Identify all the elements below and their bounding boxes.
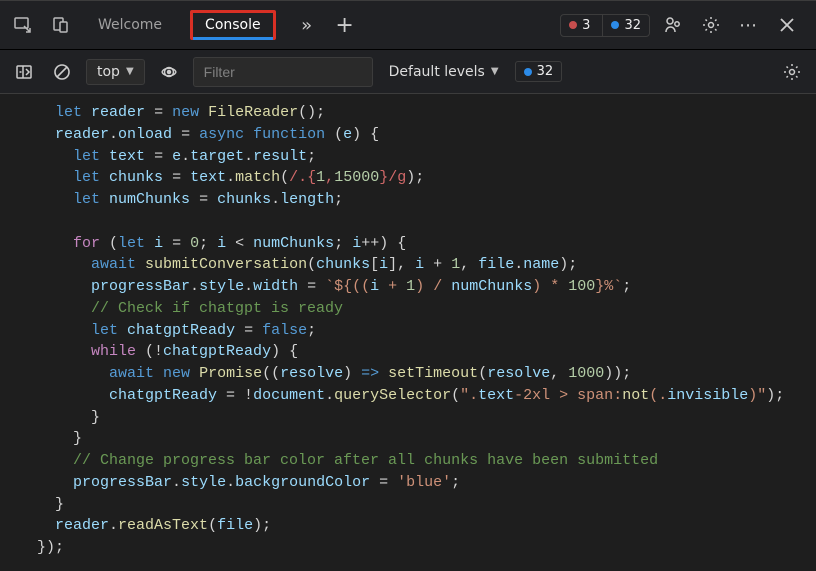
close-devtools-icon[interactable]	[772, 10, 802, 40]
collaboration-icon[interactable]	[658, 10, 688, 40]
info-badge[interactable]: 32	[602, 15, 649, 36]
settings-icon[interactable]	[696, 10, 726, 40]
console-settings-icon[interactable]	[778, 58, 806, 86]
error-badge[interactable]: 3	[561, 15, 598, 36]
context-label: top	[97, 64, 120, 80]
issue-counter[interactable]: 3 32	[560, 14, 650, 37]
clear-console-icon[interactable]	[48, 58, 76, 86]
log-levels-selector[interactable]: Default levels ▼	[383, 60, 505, 84]
issues-badge[interactable]: 32	[515, 61, 563, 82]
toggle-sidebar-icon[interactable]	[10, 58, 38, 86]
chevron-down-icon: ▼	[491, 66, 499, 77]
console-code[interactable]: let reader = new FileReader(); reader.on…	[0, 94, 816, 571]
levels-label: Default levels	[389, 64, 485, 80]
inspect-element-icon[interactable]	[8, 10, 38, 40]
info-dot-icon	[611, 21, 619, 29]
live-expression-icon[interactable]	[155, 58, 183, 86]
tab-list: Welcome Console	[90, 10, 276, 40]
console-toolbar: top ▼ Default levels ▼ 32	[0, 50, 816, 94]
devtools-tabbar: Welcome Console » + 3 32 ⋯	[0, 0, 816, 50]
more-options-icon[interactable]: ⋯	[734, 10, 764, 40]
error-count: 3	[582, 18, 590, 33]
error-dot-icon	[569, 21, 577, 29]
chevron-down-icon: ▼	[126, 66, 134, 77]
filter-input[interactable]	[193, 57, 373, 87]
more-tabs-icon[interactable]: »	[292, 10, 322, 40]
new-tab-icon[interactable]: +	[330, 10, 360, 40]
issues-count: 32	[537, 64, 554, 79]
tab-console[interactable]: Console	[190, 10, 276, 40]
context-selector[interactable]: top ▼	[86, 59, 145, 85]
info-dot-icon	[524, 68, 532, 76]
info-count: 32	[624, 18, 641, 33]
tab-welcome[interactable]: Welcome	[90, 11, 170, 39]
device-toggle-icon[interactable]	[46, 10, 76, 40]
